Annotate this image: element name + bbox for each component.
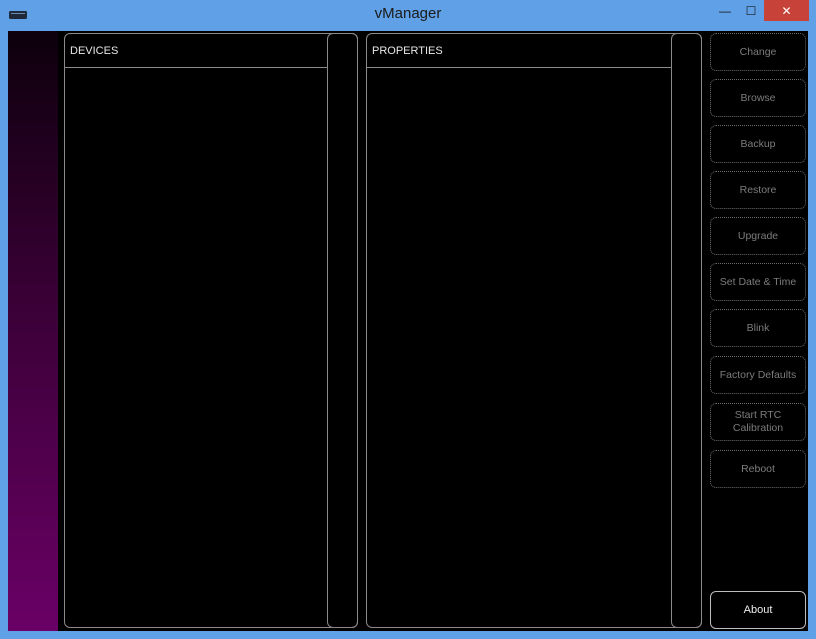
devices-panel: DEVICES (64, 33, 358, 628)
reboot-button[interactable]: Reboot (710, 450, 806, 488)
start-rtc-calibration-button[interactable]: Start RTC Calibration (710, 403, 806, 441)
maximize-button[interactable]: ☐ (738, 0, 764, 21)
window-title: vManager (374, 5, 442, 22)
minimize-button[interactable]: — (712, 0, 738, 21)
properties-scrollbar[interactable] (671, 33, 702, 628)
change-button[interactable]: Change (710, 33, 806, 71)
close-button[interactable]: ✕ (764, 0, 809, 21)
restore-button[interactable]: Restore (710, 171, 806, 209)
devices-header: DEVICES (65, 34, 328, 68)
devices-list[interactable] (65, 68, 328, 627)
about-button[interactable]: About (710, 591, 806, 629)
properties-header: PROPERTIES (367, 34, 672, 68)
client-area: DEVICES PROPERTIES Change Browse Backup … (8, 31, 808, 631)
factory-defaults-button[interactable]: Factory Defaults (710, 356, 806, 394)
title-bar[interactable]: vManager — ☐ ✕ (0, 0, 816, 31)
set-date-time-button[interactable]: Set Date & Time (710, 263, 806, 301)
properties-title: PROPERTIES (372, 45, 443, 57)
app-window: vManager — ☐ ✕ DEVICES PROPERTIES Change… (0, 0, 816, 639)
properties-list[interactable] (367, 68, 672, 627)
properties-panel: PROPERTIES (366, 33, 702, 628)
backup-button[interactable]: Backup (710, 125, 806, 163)
browse-button[interactable]: Browse (710, 79, 806, 117)
devices-scrollbar[interactable] (327, 33, 358, 628)
sidebar-gradient (8, 31, 58, 631)
blink-button[interactable]: Blink (710, 309, 806, 347)
upgrade-button[interactable]: Upgrade (710, 217, 806, 255)
devices-title: DEVICES (70, 45, 119, 57)
